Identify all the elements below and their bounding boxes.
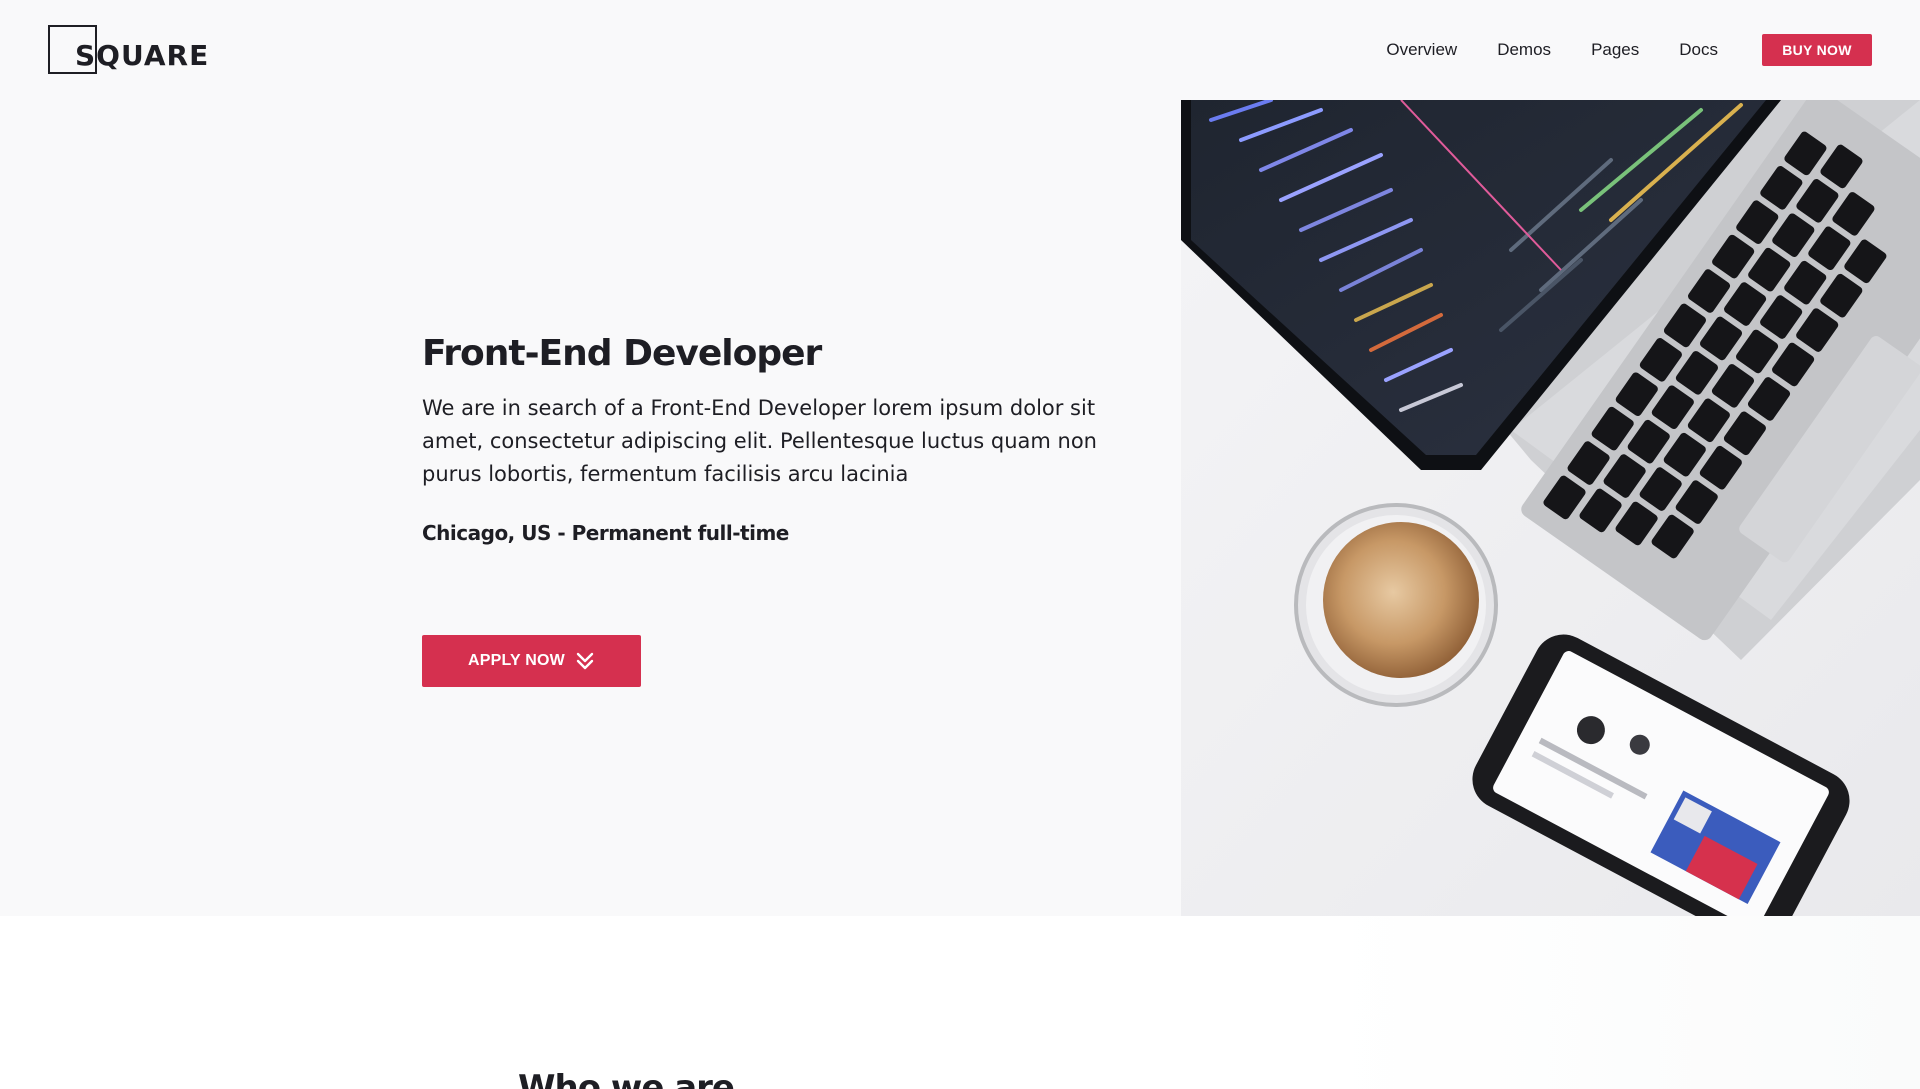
hero-image-workspace [1181, 100, 1920, 916]
apply-now-label: APPLY NOW [468, 652, 565, 669]
site-header: SQUARE Overview Demos Pages Docs BUY NOW [0, 0, 1920, 100]
nav-overview[interactable]: Overview [1386, 40, 1457, 60]
section-background [1320, 916, 1920, 1089]
nav-pages[interactable]: Pages [1591, 40, 1639, 60]
page-title: Front-End Developer [422, 333, 822, 374]
main-nav: Overview Demos Pages Docs BUY NOW [1386, 34, 1872, 66]
section-title-who-we-are: Who we are [518, 1068, 735, 1089]
buy-now-button[interactable]: BUY NOW [1762, 34, 1872, 66]
nav-docs[interactable]: Docs [1679, 40, 1718, 60]
logo-text: SQUARE [75, 39, 210, 72]
job-description: We are in search of a Front-End Develope… [422, 396, 1097, 486]
apply-now-button[interactable]: APPLY NOW [422, 635, 641, 687]
job-location-type: Chicago, US - Permanent full-time [422, 521, 789, 545]
hero-content: Front-End Developer We are in search of … [422, 330, 1122, 545]
nav-demos[interactable]: Demos [1497, 40, 1551, 60]
workspace-illustration [1181, 100, 1920, 916]
double-chevron-down-icon [575, 651, 595, 671]
logo[interactable]: SQUARE [48, 25, 218, 75]
